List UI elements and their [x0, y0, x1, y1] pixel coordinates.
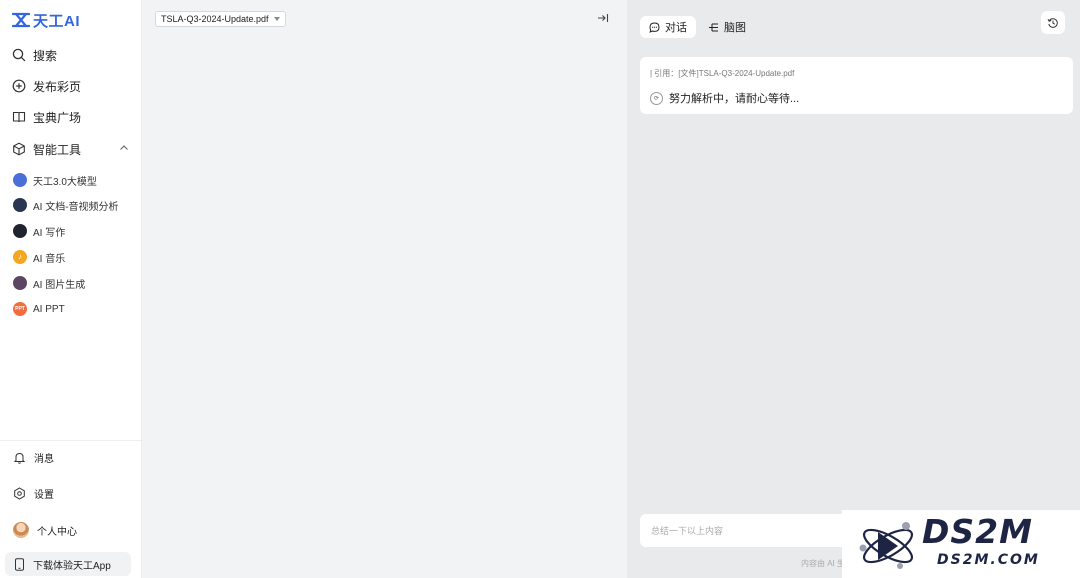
tool-item-label: 天工3.0大模型 — [33, 176, 97, 188]
settings-icon — [14, 486, 25, 500]
message-card: | 引用：[文件]TSLA-Q3-2024-Update.pdf ⟳ 努力解析中… — [640, 57, 1073, 114]
sidebar-item-label: 搜索 — [33, 48, 58, 63]
sidebar-item-search[interactable]: 搜索 — [12, 45, 57, 65]
sidebar-divider — [0, 440, 141, 441]
sidebar-item-label: 发布彩页 — [33, 79, 82, 94]
chat-icon — [649, 21, 660, 33]
tool-item-writing[interactable]: AI 写作 — [13, 222, 65, 240]
search-icon — [12, 48, 26, 62]
sidebar-item-label: 宝典广场 — [33, 110, 82, 125]
collapse-panel-icon[interactable] — [597, 12, 609, 24]
chat-input-placeholder: 总结一下以上内容 — [651, 526, 724, 536]
tiangong-model-icon — [13, 173, 27, 187]
brand-logo[interactable]: 天工AI — [12, 10, 80, 30]
sidebar-item-tools[interactable]: 智能工具 — [12, 139, 130, 159]
tab-label: 脑图 — [724, 22, 746, 34]
sidebar-item-settings[interactable]: 设置 — [13, 483, 54, 503]
tool-item-doc-analysis[interactable]: AI 文档-音视频分析 — [13, 196, 119, 214]
tab-chat[interactable]: 对话 — [640, 16, 696, 38]
chevron-up-icon[interactable] — [118, 142, 130, 154]
phone-icon — [15, 557, 24, 571]
bell-icon — [13, 452, 26, 464]
book-icon — [12, 111, 26, 123]
tool-item-image-gen[interactable]: AI 图片生成 — [13, 274, 85, 292]
tool-item-label: AI 音乐 — [33, 253, 66, 265]
tool-item-music[interactable]: ♪ AI 音乐 — [13, 248, 65, 266]
sidebar-item-label: 个人中心 — [37, 526, 77, 538]
chat-pane: 对话 脑图 | 引用：[文件]TSLA-Q3-2024-Update.pdf ⟳… — [627, 0, 1080, 578]
download-app-button[interactable]: 下载体验天工App — [5, 552, 131, 576]
download-app-label: 下载体验天工App — [33, 560, 111, 572]
tool-item-label: AI 图片生成 — [33, 279, 86, 291]
status-text: 努力解析中，请耐心等待... — [669, 93, 800, 105]
watermark: DS2M DS2M.COM — [842, 510, 1080, 578]
loading-icon: ⟳ — [650, 91, 663, 105]
history-icon — [1047, 17, 1058, 28]
tool-item-label: AI 写作 — [33, 227, 66, 239]
sidebar-item-label: 消息 — [34, 453, 54, 465]
plus-circle-icon — [12, 79, 26, 93]
tab-mindmap[interactable]: 脑图 — [699, 16, 755, 38]
disclaimer-text: 内容由 AI 生 — [801, 559, 846, 568]
writing-icon — [13, 224, 27, 238]
file-quote: | 引用：[文件]TSLA-Q3-2024-Update.pdf — [650, 69, 795, 78]
sidebar-item-publish[interactable]: 发布彩页 — [12, 76, 81, 96]
tool-item-label: AI PPT — [33, 303, 65, 315]
sidebar-item-messages[interactable]: 消息 — [13, 447, 54, 467]
sidebar-item-label: 智能工具 — [33, 142, 82, 157]
history-button[interactable] — [1041, 11, 1065, 34]
sidebar-item-label: 设置 — [34, 489, 54, 501]
watermark-subtitle: DS2M.COM — [937, 552, 1040, 568]
cube-icon — [13, 142, 25, 156]
document-pane: TSLA-Q3-2024-Update.pdf — [142, 0, 627, 578]
music-icon: ♪ — [13, 250, 27, 264]
sidebar-item-profile[interactable]: 个人中心 — [13, 520, 77, 540]
sidebar-item-library[interactable]: 宝典广场 — [12, 107, 81, 127]
tool-item-label: AI 文档-音视频分析 — [33, 201, 119, 213]
file-select[interactable]: TSLA-Q3-2024-Update.pdf — [155, 11, 286, 27]
avatar — [13, 522, 29, 538]
image-gen-icon — [13, 276, 27, 290]
watermark-title: DS2M — [922, 512, 1033, 551]
tool-item-tiangong-model[interactable]: 天工3.0大模型 — [13, 171, 97, 189]
ppt-icon: PPT — [13, 302, 27, 316]
sidebar: 天工AI 搜索 发布彩页 宝典广场 智能工具 天工3.0大模型 AI 文档-音视… — [0, 0, 142, 578]
atom-logo-icon — [859, 522, 914, 569]
tool-item-ppt[interactable]: PPT AI PPT — [13, 300, 65, 318]
caret-down-icon — [273, 17, 280, 21]
tab-label: 对话 — [665, 22, 687, 34]
mindmap-icon — [709, 23, 718, 31]
parsing-status: ⟳ 努力解析中，请耐心等待... — [650, 90, 799, 106]
tiangong-logo-icon — [12, 12, 30, 28]
brand-name: 天工AI — [33, 12, 81, 30]
file-select-value: TSLA-Q3-2024-Update.pdf — [161, 14, 269, 24]
doc-analysis-icon — [13, 198, 27, 212]
